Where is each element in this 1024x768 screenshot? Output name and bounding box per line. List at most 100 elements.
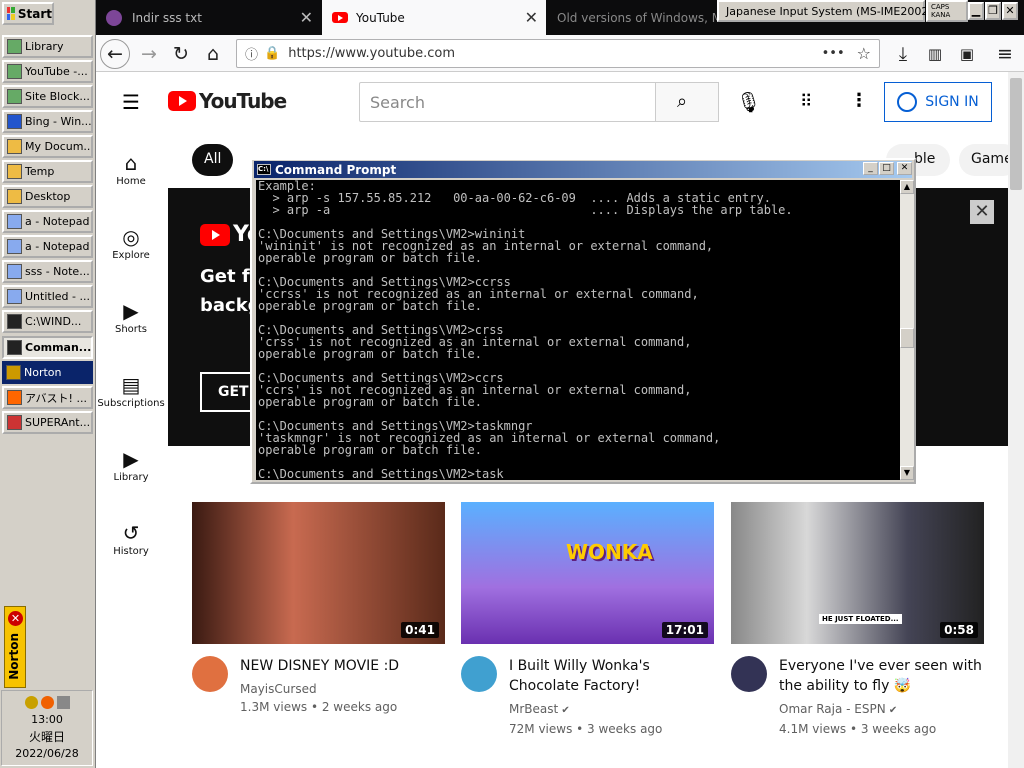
close-window-icon[interactable]: ✕ — [897, 162, 912, 175]
video-details: Everyone I've ever seen with the ability … — [779, 656, 989, 738]
settings-dots-icon[interactable]: ⋮ — [850, 90, 868, 111]
channel-avatar[interactable] — [731, 656, 767, 692]
back-button[interactable]: ← — [100, 39, 130, 69]
sidebar-item-library[interactable]: ▶ Library — [96, 446, 166, 483]
guide-menu-icon[interactable]: ☰ — [122, 92, 140, 112]
close-window-icon[interactable]: ✕ — [1002, 2, 1018, 20]
tab-old-versions[interactable]: Old versions of Windows, Mac an — [547, 0, 717, 35]
taskbar-item[interactable]: My Docum... — [2, 135, 93, 158]
menu-button[interactable]: ≡ — [990, 39, 1020, 69]
sidebar-button[interactable]: ▣ — [952, 39, 982, 69]
sidebar-item-home[interactable]: ⌂ Home — [96, 150, 166, 187]
taskbar-item[interactable]: YouTube -... — [2, 60, 93, 83]
restore-icon[interactable]: ❐ — [985, 2, 1001, 20]
channel-avatar[interactable] — [461, 656, 497, 692]
page-actions-icon[interactable]: ••• — [822, 46, 845, 61]
apps-grid-icon[interactable]: ⠿ — [800, 92, 812, 112]
taskbar-item[interactable]: a - Notepad — [2, 210, 93, 233]
video-title-text: Everyone I've ever seen with — [779, 658, 982, 674]
scroll-down-icon[interactable]: ▼ — [900, 466, 914, 480]
youtube-play-icon — [168, 91, 196, 111]
voice-search-mic-icon[interactable]: 🎙 — [736, 90, 761, 114]
taskbar-item[interactable]: Desktop — [2, 185, 93, 208]
network-tray-icon[interactable] — [56, 695, 70, 709]
video-title[interactable]: Chocolate Factory! — [509, 676, 719, 696]
close-tab-icon[interactable]: ✕ — [525, 8, 538, 27]
reload-button[interactable]: ↻ — [166, 39, 196, 69]
sidebar-item-label: Explore — [112, 250, 150, 261]
taskbar-app-icon — [7, 239, 22, 254]
taskbar-item[interactable]: Temp — [2, 160, 93, 183]
sidebar-item-history[interactable]: ↺ History — [96, 520, 166, 557]
youtube-logo[interactable]: YouTube — [168, 89, 287, 113]
sidebar-item-explore[interactable]: ◎ Explore — [96, 224, 166, 261]
channel-name[interactable]: MrBeast ✔ — [509, 700, 719, 720]
taskbar-item[interactable]: sss - Note... — [2, 260, 93, 283]
taskbar-item-label: Library — [25, 40, 64, 53]
page-scrollbar-thumb[interactable] — [1010, 78, 1022, 190]
taskbar-item[interactable]: Library — [2, 35, 93, 58]
taskbar-item-label: Site Block... — [25, 90, 90, 103]
bookmark-star-icon[interactable]: ☆ — [857, 44, 871, 63]
info-icon[interactable]: ⓘ — [245, 44, 258, 63]
video-thumbnail[interactable]: WONKA 17:01 — [461, 502, 714, 644]
taskbar-item[interactable]: SUPERAnt... — [2, 411, 93, 434]
video-title[interactable]: NEW DISNEY MOVIE :D — [240, 656, 450, 676]
taskbar-item[interactable]: Comman... — [2, 336, 93, 359]
taskbar-item[interactable]: Site Block... — [2, 85, 93, 108]
tab-indir[interactable]: Indir sss txt ✕ — [96, 0, 321, 35]
command-prompt-window[interactable]: C:\ Command Prompt _ □ ✕ Example: > arp … — [250, 158, 916, 484]
compass-icon: ◎ — [122, 225, 140, 249]
video-title[interactable]: I Built Willy Wonka's — [509, 656, 719, 676]
taskbar-item[interactable]: Norton — [2, 361, 93, 384]
close-icon[interactable]: ✕ — [8, 611, 23, 626]
channel-name[interactable]: Omar Raja - ESPN ✔ — [779, 700, 989, 720]
forward-button[interactable]: → — [134, 39, 164, 69]
taskbar-item[interactable]: C:\WIND... — [2, 310, 93, 333]
taskbar-item[interactable]: Untitled - ... — [2, 285, 93, 308]
sidebar-item-subscriptions[interactable]: ▤ Subscriptions — [96, 372, 166, 409]
lock-icon[interactable]: 🔒 — [264, 46, 280, 61]
close-tab-icon[interactable]: ✕ — [300, 8, 313, 27]
search-input[interactable]: Search — [359, 82, 656, 122]
search-button[interactable]: ⌕ — [655, 82, 719, 122]
downloads-button[interactable]: ⤓ — [888, 39, 918, 69]
cmd-scroll-thumb[interactable] — [900, 328, 914, 348]
video-title[interactable]: Everyone I've ever seen with — [779, 656, 989, 676]
channel-avatar[interactable] — [192, 656, 228, 692]
cmd-scrollbar[interactable]: ▲ ▼ — [900, 180, 914, 480]
caps-kana-indicator[interactable]: CAPS KANA — [926, 0, 968, 22]
tray-app-icon[interactable] — [24, 695, 38, 709]
console-line: operable program or batch file. — [258, 395, 482, 409]
tab-title: Indir sss txt — [132, 10, 202, 25]
sign-in-button[interactable]: SIGN IN — [884, 82, 992, 122]
library-button[interactable]: ▥ — [920, 39, 950, 69]
cmd-title-bar[interactable]: C:\ Command Prompt — [254, 161, 912, 178]
ime-bar[interactable]: Japanese Input System (MS-IME2002) — [717, 0, 933, 22]
start-button[interactable]: Start — [2, 2, 54, 25]
clock-time[interactable]: 13:00 — [2, 713, 92, 727]
video-title[interactable]: the ability to fly 🤯 — [779, 676, 989, 696]
minimize-icon[interactable]: _ — [863, 162, 878, 175]
video-thumbnail[interactable]: 0:41 — [192, 502, 445, 644]
url-text[interactable]: https://www.youtube.com — [288, 46, 455, 61]
sidebar-item-shorts[interactable]: ▶ Shorts — [96, 298, 166, 335]
chip-all[interactable]: All — [192, 144, 234, 176]
taskbar-item[interactable]: アバスト! ... — [2, 386, 93, 409]
tab-youtube[interactable]: YouTube ✕ — [322, 0, 546, 35]
norton-tab-label: Norton — [7, 633, 21, 680]
channel-name[interactable]: MayisCursed — [240, 680, 450, 698]
maximize-icon[interactable]: □ — [879, 162, 894, 175]
video-thumbnail[interactable]: HE JUST FLOATED... 0:58 — [731, 502, 984, 644]
download-icon: ⤓ — [898, 43, 908, 65]
cmd-console[interactable]: Example: > arp -s 157.55.85.212 00-aa-00… — [256, 180, 900, 480]
dismiss-banner-icon[interactable]: ✕ — [970, 200, 994, 224]
home-button[interactable]: ⌂ — [198, 39, 228, 69]
norton-side-tab[interactable]: ✕ Norton — [4, 606, 26, 688]
url-bar[interactable]: ⓘ 🔒 https://www.youtube.com ••• ☆ — [236, 39, 880, 68]
minimize-icon[interactable]: ▁ — [968, 2, 984, 20]
taskbar-item[interactable]: a - Notepad — [2, 235, 93, 258]
avast-tray-icon[interactable] — [40, 695, 54, 709]
scroll-up-icon[interactable]: ▲ — [900, 180, 914, 194]
taskbar-item[interactable]: Bing - Win... — [2, 110, 93, 133]
